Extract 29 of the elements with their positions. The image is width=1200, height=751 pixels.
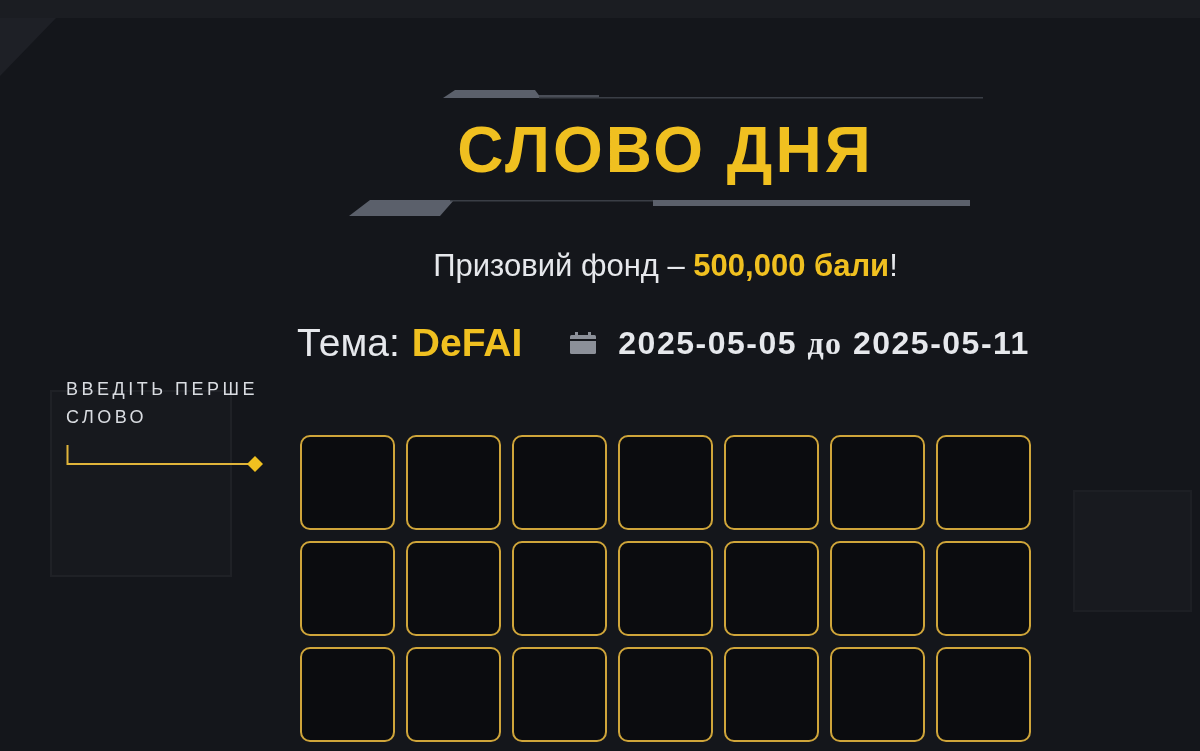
letter-input-field[interactable] (300, 541, 395, 636)
line-diamond-icon (66, 445, 266, 473)
letter-input-field[interactable] (936, 647, 1031, 742)
letter-input-field[interactable] (300, 435, 395, 530)
letter-input-field[interactable] (724, 541, 819, 636)
letter-input-field[interactable] (406, 435, 501, 530)
page-title: СЛОВО ДНЯ (457, 113, 874, 188)
letter-input-field[interactable] (724, 647, 819, 742)
date-range: 2025-05-05 до 2025-05-11 (618, 324, 1030, 363)
letter-input-field[interactable] (406, 647, 501, 742)
letter-input-field[interactable] (618, 647, 713, 742)
letter-input-field[interactable] (830, 541, 925, 636)
letter-input-field[interactable] (830, 647, 925, 742)
letter-input-field[interactable] (512, 435, 607, 530)
first-word-prompt: ВВЕДІТЬ ПЕРШЕ СЛОВО (66, 378, 259, 429)
letter-input-field[interactable] (512, 647, 607, 742)
letter-input-field[interactable] (936, 541, 1031, 636)
letter-input-field[interactable] (618, 435, 713, 530)
topic-label: Тема: (297, 321, 400, 365)
letter-input-field[interactable] (618, 541, 713, 636)
letter-input-field[interactable] (512, 541, 607, 636)
letter-input-field[interactable] (406, 541, 501, 636)
topic-value: DeFAI (411, 321, 523, 365)
letter-input-field[interactable] (724, 435, 819, 530)
prize-pool-text: Призовий фонд – 500,000 бали! (433, 247, 898, 285)
letter-input-field[interactable] (300, 647, 395, 742)
letter-input-field[interactable] (936, 435, 1031, 530)
calendar-icon (570, 332, 597, 354)
letter-input-field[interactable] (830, 435, 925, 530)
